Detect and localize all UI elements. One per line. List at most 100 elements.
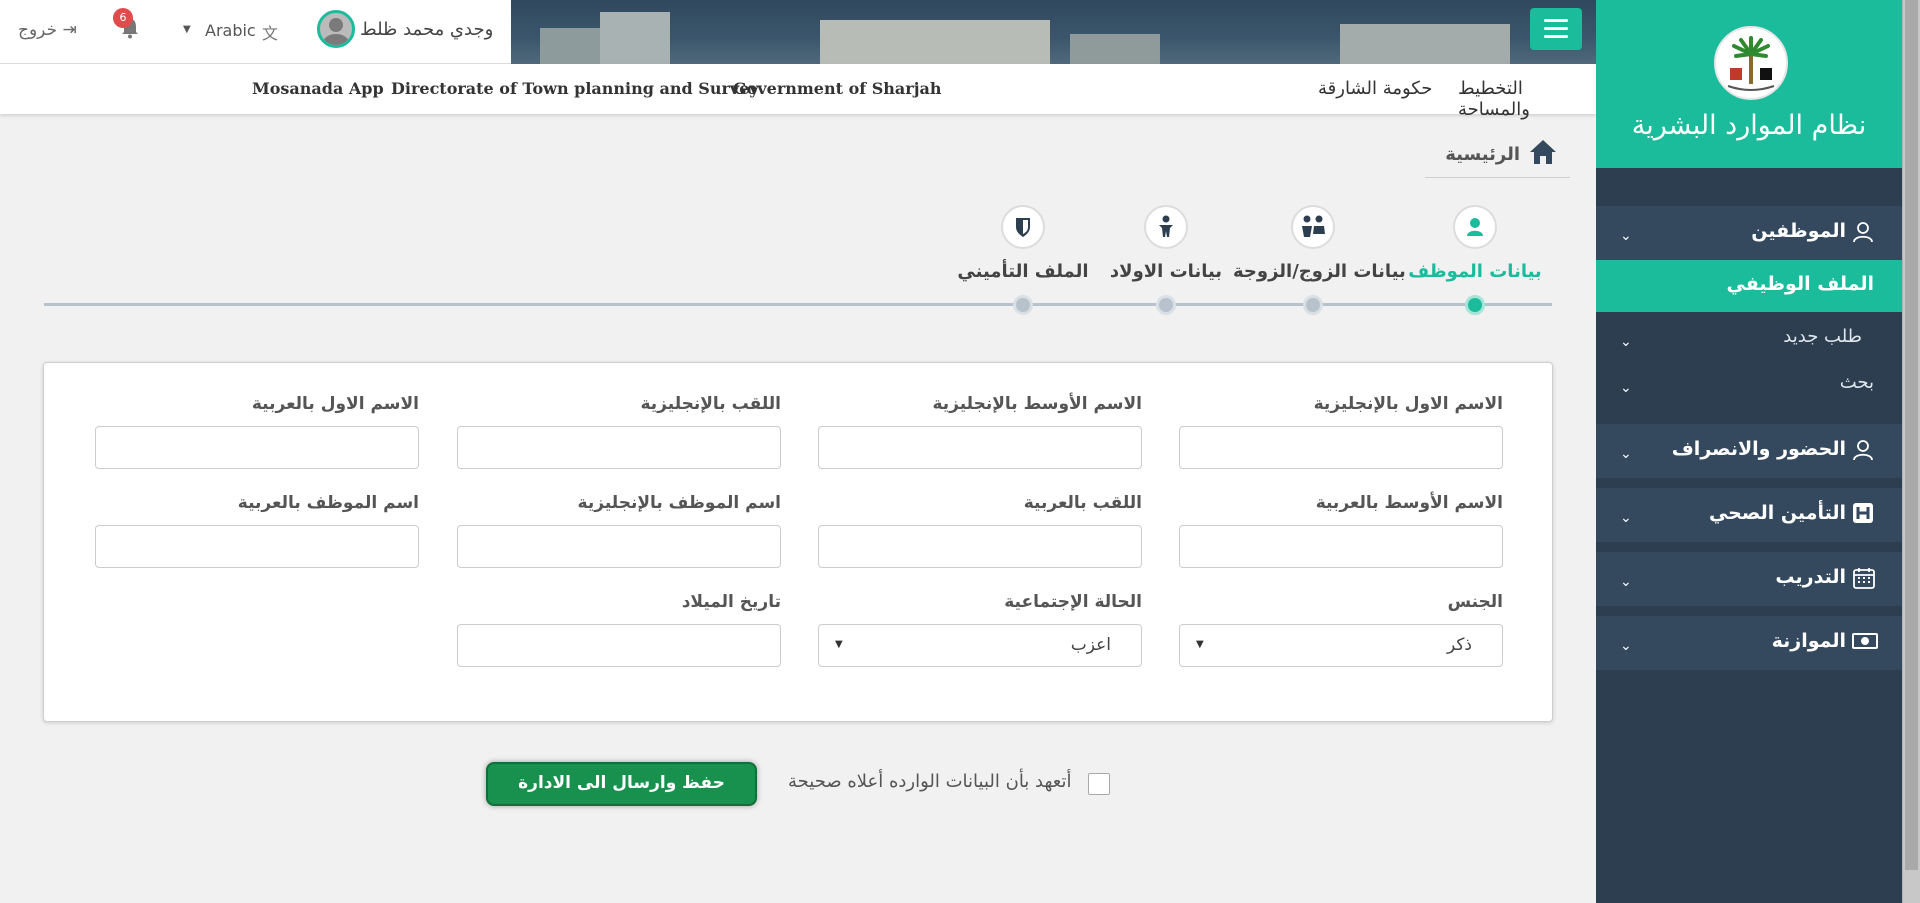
marital-status-select[interactable]: اعزب ▼ <box>818 624 1142 667</box>
user-outline-icon <box>1852 438 1876 462</box>
breadcrumb-home-label: الرئيسية <box>1445 144 1520 165</box>
step-label: الملف التأميني <box>957 261 1089 282</box>
sidebar-group-budget[interactable]: الموازنة ⌄ <box>1596 616 1902 670</box>
child-icon <box>1144 205 1188 249</box>
chevron-down-icon: ⌄ <box>1620 228 1632 244</box>
sidebar-group-label: الموازنة <box>1771 630 1846 652</box>
menu-toggle-button[interactable] <box>1530 8 1582 50</box>
sidebar-header: نظام الموارد البشرية <box>1596 0 1902 168</box>
employee-name-ar-label: اسم الموظف بالعربية <box>237 493 419 513</box>
translate-icon: 文 <box>262 24 279 43</box>
surname-ar-input[interactable] <box>818 525 1142 568</box>
page-scrollbar[interactable] <box>1902 0 1920 903</box>
hospital-icon <box>1852 502 1876 526</box>
hamburger-line <box>1544 35 1568 38</box>
language-select[interactable]: Arabic <box>205 21 256 40</box>
top-header: وجدي محمد ظلط 文 Arabic ▼ 6 خروج ⇥ <box>0 0 1596 64</box>
birth-date-input[interactable] <box>457 624 781 667</box>
marital-status-value: اعزب <box>1070 635 1111 655</box>
marital-status-label: الحالة الإجتماعية <box>1004 592 1142 612</box>
logout-button[interactable]: خروج ⇥ <box>18 20 77 40</box>
sidebar-item-job-file[interactable]: الملف الوظيفي <box>1596 260 1902 312</box>
sidebar-submenu-employees: الملف الوظيفي طلب جديد ⌄ بحث ⌄ <box>1596 260 1902 410</box>
chevron-down-icon: ▼ <box>835 639 843 650</box>
employee-name-ar-input[interactable] <box>95 525 419 568</box>
chevron-down-icon: ⌄ <box>1620 446 1632 462</box>
chevron-down-icon: ▼ <box>1196 639 1204 650</box>
gender-value: ذكر <box>1446 635 1472 655</box>
employee-name-en-label: اسم الموظف بالإنجليزية <box>577 493 781 513</box>
chevron-down-icon: ▼ <box>183 24 191 35</box>
sidebar-item-label: الملف الوظيفي <box>1726 273 1875 295</box>
first-name-en-input[interactable] <box>1179 426 1503 469</box>
logout-icon: ⇥ <box>62 20 77 40</box>
sidebar-group-label: الحضور والانصراف <box>1671 438 1846 460</box>
logout-label: خروج <box>18 20 58 40</box>
person-icon <box>1453 205 1497 249</box>
gender-label: الجنس <box>1447 592 1503 612</box>
pledge-checkbox[interactable] <box>1088 773 1110 795</box>
org-link-directorate[interactable]: Directorate of Town planning and Survey <box>391 79 759 98</box>
sidebar-group-label: الموظفين <box>1751 220 1846 242</box>
chevron-down-icon: ⌄ <box>1620 638 1632 654</box>
sidebar-group-label: التأمين الصحي <box>1708 502 1846 524</box>
sidebar-group-employees[interactable]: الموظفين ⌄ <box>1596 206 1902 260</box>
sidebar-group-training[interactable]: التدريب ⌄ <box>1596 552 1902 606</box>
user-name[interactable]: وجدي محمد ظلط <box>360 19 493 40</box>
header-background-building <box>1070 34 1160 64</box>
money-icon <box>1852 630 1878 654</box>
org-link-app[interactable]: Mosanada App <box>252 79 384 98</box>
step-label: بيانات الاولاد <box>1109 261 1223 282</box>
sidebar-group-health-insurance[interactable]: التأمين الصحي ⌄ <box>1596 488 1902 542</box>
sidebar-item-new-request[interactable]: طلب جديد ⌄ <box>1596 312 1902 364</box>
scrollbar-thumb[interactable] <box>1905 0 1918 870</box>
chevron-down-icon: ⌄ <box>1620 574 1632 590</box>
sidebar: نظام الموارد البشرية الموظفين ⌄ الملف ال… <box>1596 0 1920 903</box>
step-label: بيانات الزوج/الزوجة <box>1233 261 1406 282</box>
org-label-directorate-ar: التخطيط والمساحة <box>1458 78 1530 120</box>
emblem-logo <box>1714 26 1788 100</box>
chevron-down-icon: ⌄ <box>1620 380 1632 396</box>
gender-select[interactable]: ذكر ▼ <box>1179 624 1503 667</box>
calendar-icon <box>1852 566 1876 590</box>
step-dot <box>1013 295 1033 315</box>
pledge-text: أتعهد بأن البيانات الوارده أعلاه صحيحة <box>788 771 1072 792</box>
hamburger-line <box>1544 19 1568 22</box>
shield-icon <box>1001 205 1045 249</box>
org-link-government[interactable]: Government of Sharjah <box>733 79 941 98</box>
step-dot <box>1465 295 1485 315</box>
birth-date-label: تاريخ الميلاد <box>681 592 781 612</box>
breadcrumb[interactable]: الرئيسية <box>1425 132 1570 178</box>
sidebar-group-label: التدريب <box>1775 566 1846 588</box>
first-name-ar-label: الاسم الاول بالعربية <box>251 394 419 414</box>
step-dot <box>1303 295 1323 315</box>
couple-icon <box>1291 205 1335 249</box>
avatar[interactable] <box>317 10 355 48</box>
hamburger-line <box>1544 27 1568 30</box>
chevron-down-icon: ⌄ <box>1620 510 1632 526</box>
user-panel: وجدي محمد ظلط 文 Arabic ▼ 6 خروج ⇥ <box>0 0 511 64</box>
sidebar-item-label: طلب جديد <box>1783 326 1862 347</box>
middle-name-ar-input[interactable] <box>1179 525 1503 568</box>
header-background-building <box>1340 24 1510 64</box>
stepper-track <box>44 303 1552 306</box>
sidebar-menu: الموظفين ⌄ الملف الوظيفي طلب جديد ⌄ بحث … <box>1596 206 1902 680</box>
first-name-en-label: الاسم الاول بالإنجليزية <box>1313 394 1503 414</box>
middle-name-ar-label: الاسم الأوسط بالعربية <box>1315 493 1503 513</box>
middle-name-en-label: الاسم الأوسط بالإنجليزية <box>932 394 1142 414</box>
system-title: نظام الموارد البشرية <box>1631 110 1867 141</box>
employee-name-en-input[interactable] <box>457 525 781 568</box>
org-label-government-ar: حكومة الشارقة <box>1318 78 1433 99</box>
sidebar-group-attendance[interactable]: الحضور والانصراف ⌄ <box>1596 424 1902 478</box>
save-and-send-button[interactable]: حفظ وارسال الى الادارة <box>486 762 757 806</box>
header-background-building <box>820 20 1050 64</box>
step-label: بيانات الموظف <box>1408 261 1542 282</box>
chevron-down-icon: ⌄ <box>1620 334 1632 350</box>
middle-name-en-input[interactable] <box>818 426 1142 469</box>
sidebar-item-search[interactable]: بحث ⌄ <box>1596 364 1902 410</box>
employee-form-card: الاسم الاول بالإنجليزية الاسم الأوسط بال… <box>43 362 1553 722</box>
header-background-building <box>600 12 670 64</box>
surname-en-input[interactable] <box>457 426 781 469</box>
first-name-ar-input[interactable] <box>95 426 419 469</box>
step-dot <box>1156 295 1176 315</box>
